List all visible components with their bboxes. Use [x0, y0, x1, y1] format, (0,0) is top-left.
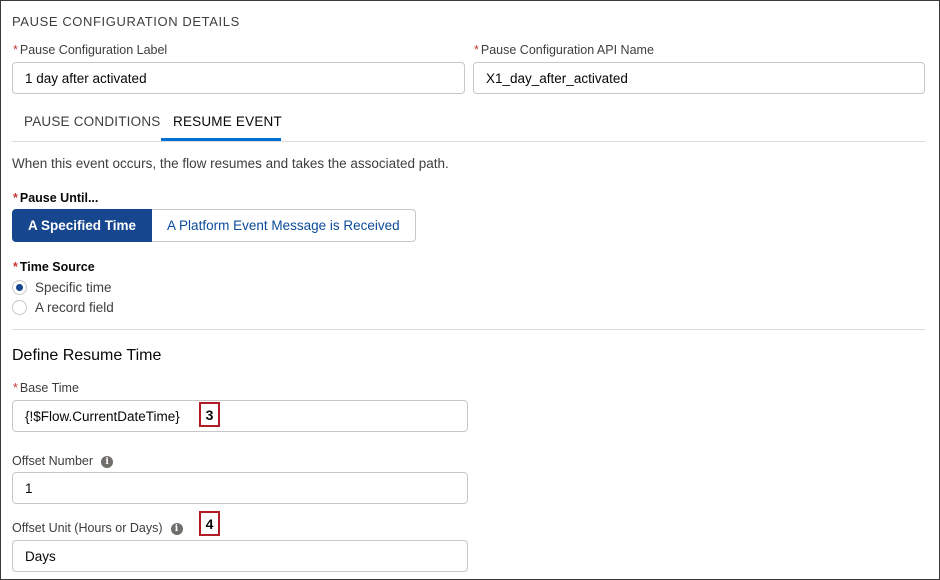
- required-marker: *: [13, 260, 18, 274]
- offset-unit-input[interactable]: Days: [12, 540, 468, 572]
- pause-config-panel: PAUSE CONFIGURATION DETAILS * Pause Confi…: [0, 0, 940, 580]
- base-time-label: * Base Time: [13, 381, 79, 395]
- radio-selected-icon: [12, 280, 27, 295]
- active-tab-indicator: [161, 138, 281, 141]
- api-name-input[interactable]: X1_day_after_activated: [473, 62, 925, 94]
- offset-number-label: Offset Number i: [12, 454, 114, 468]
- config-label-field-label: * Pause Configuration Label: [13, 43, 168, 57]
- resume-event-description: When this event occurs, the flow resumes…: [12, 156, 449, 171]
- required-marker: *: [474, 43, 479, 57]
- specified-time-button[interactable]: A Specified Time: [12, 209, 153, 242]
- config-label-input[interactable]: 1 day after activated: [12, 62, 465, 94]
- radio-specific-time[interactable]: Specific time: [12, 280, 112, 295]
- offset-number-input[interactable]: 1: [12, 472, 468, 504]
- section-divider: [12, 329, 925, 330]
- api-name-field-label: * Pause Configuration API Name: [474, 43, 654, 57]
- radio-record-field[interactable]: A record field: [12, 300, 114, 315]
- pause-until-button-group: A Specified Time A Platform Event Messag…: [12, 209, 416, 242]
- callout-4: 4: [199, 511, 220, 536]
- offset-unit-label: Offset Unit (Hours or Days) i: [12, 521, 183, 535]
- required-marker: *: [13, 381, 18, 395]
- tab-pause-conditions[interactable]: PAUSE CONDITIONS: [24, 114, 160, 129]
- info-icon[interactable]: i: [101, 455, 114, 468]
- base-time-input[interactable]: {!$Flow.CurrentDateTime}: [12, 400, 468, 432]
- tabs-divider: [12, 141, 925, 142]
- required-marker: *: [13, 191, 18, 205]
- define-resume-heading: Define Resume Time: [12, 347, 162, 364]
- time-source-label: * Time Source: [13, 260, 95, 274]
- info-icon[interactable]: i: [170, 522, 183, 535]
- section-title: PAUSE CONFIGURATION DETAILS: [12, 14, 240, 29]
- required-marker: *: [13, 43, 18, 57]
- pause-until-label: * Pause Until...: [13, 191, 99, 205]
- tab-resume-event[interactable]: RESUME EVENT: [173, 114, 282, 129]
- radio-unselected-icon: [12, 300, 27, 315]
- platform-event-button[interactable]: A Platform Event Message is Received: [152, 209, 416, 242]
- callout-3: 3: [199, 402, 220, 427]
